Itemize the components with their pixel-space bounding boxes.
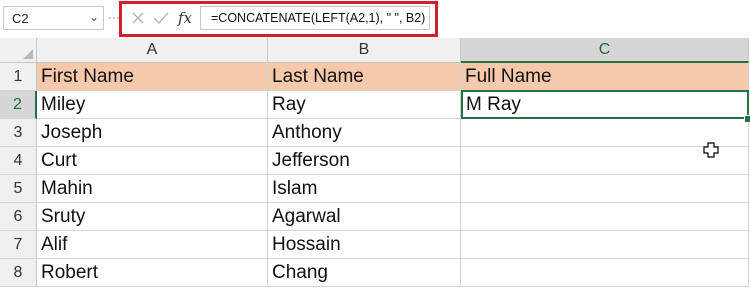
column-header-c[interactable]: C [461, 38, 749, 63]
cell-b8[interactable]: Chang [268, 259, 461, 287]
select-all-corner[interactable] [0, 38, 37, 63]
row-header-6[interactable]: 6 [0, 203, 37, 231]
cell-b4[interactable]: Jefferson [268, 147, 461, 175]
row-header-7[interactable]: 7 [0, 231, 37, 259]
row-header-5[interactable]: 5 [0, 175, 37, 203]
cell-b5[interactable]: Islam [268, 175, 461, 203]
cell-b6[interactable]: Agarwal [268, 203, 461, 231]
cell-b2[interactable]: Ray [268, 91, 461, 119]
spreadsheet-grid: A B C 1 First Name Last Name Full Name 2 Miley Ra… [0, 38, 750, 290]
formula-input[interactable]: =CONCATENATE(LEFT(A2,1), " ", B2) [200, 6, 430, 30]
cell-c5[interactable] [461, 175, 749, 203]
cell-a1[interactable]: First Name [37, 63, 268, 91]
close-icon[interactable] [128, 8, 148, 28]
row-header-8[interactable]: 8 [0, 259, 37, 287]
cell-a4[interactable]: Curt [37, 147, 268, 175]
row-header-1[interactable]: 1 [0, 63, 37, 91]
insert-function-button[interactable]: fx [175, 8, 195, 28]
cell-c8[interactable] [461, 259, 749, 287]
formula-text: =CONCATENATE(LEFT(A2,1), " ", B2) [211, 11, 426, 25]
cell-b1[interactable]: Last Name [268, 63, 461, 91]
cell-a3[interactable]: Joseph [37, 119, 268, 147]
cell-c6[interactable] [461, 203, 749, 231]
column-header-a[interactable]: A [37, 38, 268, 63]
check-icon[interactable] [151, 8, 171, 28]
cell-b7[interactable]: Hossain [268, 231, 461, 259]
cell-b3[interactable]: Anthony [268, 119, 461, 147]
row-header-3[interactable]: 3 [0, 119, 37, 147]
row-header-2[interactable]: 2 [0, 91, 37, 119]
cell-c1[interactable]: Full Name [461, 63, 749, 91]
column-header-b[interactable]: B [268, 38, 461, 63]
row-header-4[interactable]: 4 [0, 147, 37, 175]
formula-bar: C2 ⌄ ⋮ fx =CONCATENATE(LEFT(A2,1), " ", … [0, 0, 750, 38]
fill-handle[interactable] [744, 115, 750, 123]
cell-a8[interactable]: Robert [37, 259, 268, 287]
name-box[interactable]: C2 ⌄ [3, 6, 104, 30]
cell-c2[interactable]: M Ray [461, 90, 749, 119]
name-box-value: C2 [12, 11, 29, 26]
cell-a6[interactable]: Sruty [37, 203, 268, 231]
cell-a2[interactable]: Miley [37, 91, 268, 119]
cell-c7[interactable] [461, 231, 749, 259]
cell-select-cursor-icon [703, 142, 719, 158]
cell-a7[interactable]: Alif [37, 231, 268, 259]
cell-a5[interactable]: Mahin [37, 175, 268, 203]
drag-handle-icon[interactable]: ⋮ [107, 12, 121, 24]
chevron-down-icon[interactable]: ⌄ [89, 10, 99, 24]
